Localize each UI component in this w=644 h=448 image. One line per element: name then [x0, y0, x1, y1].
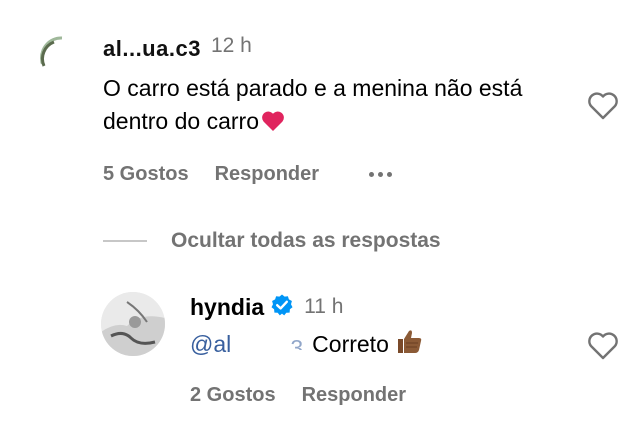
verified-badge-icon [270, 293, 294, 322]
top-comment-actions: 5 Gostos Responder [103, 160, 393, 188]
reply-body: Correto [312, 330, 389, 357]
reply-text: @al........3 Correto [190, 328, 423, 360]
top-comment-time: 12 h [210, 34, 252, 57]
top-comment-header: al...ua.c3 12 h [103, 32, 252, 60]
reply-like-icon[interactable] [586, 330, 620, 362]
reply-reply-button[interactable]: Responder [302, 384, 406, 407]
mention-obscured: ........3 [231, 336, 305, 350]
hide-replies-toggle[interactable]: Ocultar todas as respostas [103, 226, 441, 256]
reply-username[interactable]: hyndia [190, 294, 264, 321]
mention-link[interactable]: @al........3 [190, 330, 304, 358]
top-comment-reply-button[interactable]: Responder [215, 163, 319, 186]
red-heart-emoji-icon [261, 108, 285, 141]
reply-avatar[interactable] [101, 292, 165, 356]
thumbs-up-emoji-icon [395, 328, 423, 360]
reply-header: hyndia 11 h [190, 291, 343, 323]
top-comment-like-icon[interactable] [586, 90, 620, 122]
top-comment-body: O carro está parado e a menina não está … [103, 75, 523, 134]
top-comment-likes[interactable]: 5 Gostos [103, 163, 189, 186]
mention-visible: @al [190, 331, 232, 357]
top-comment-username[interactable]: al...ua.c3 [103, 36, 201, 57]
reply-actions: 2 Gostos Responder [190, 381, 406, 409]
top-comment-text: O carro está parado e a menina não está … [103, 72, 573, 141]
reply-time: 11 h [304, 295, 344, 318]
reply-likes[interactable]: 2 Gostos [190, 384, 276, 407]
hide-replies-label: Ocultar todas as respostas [171, 229, 441, 252]
top-comment-avatar[interactable] [40, 36, 84, 80]
more-icon[interactable] [369, 171, 393, 177]
divider-line [103, 240, 147, 242]
